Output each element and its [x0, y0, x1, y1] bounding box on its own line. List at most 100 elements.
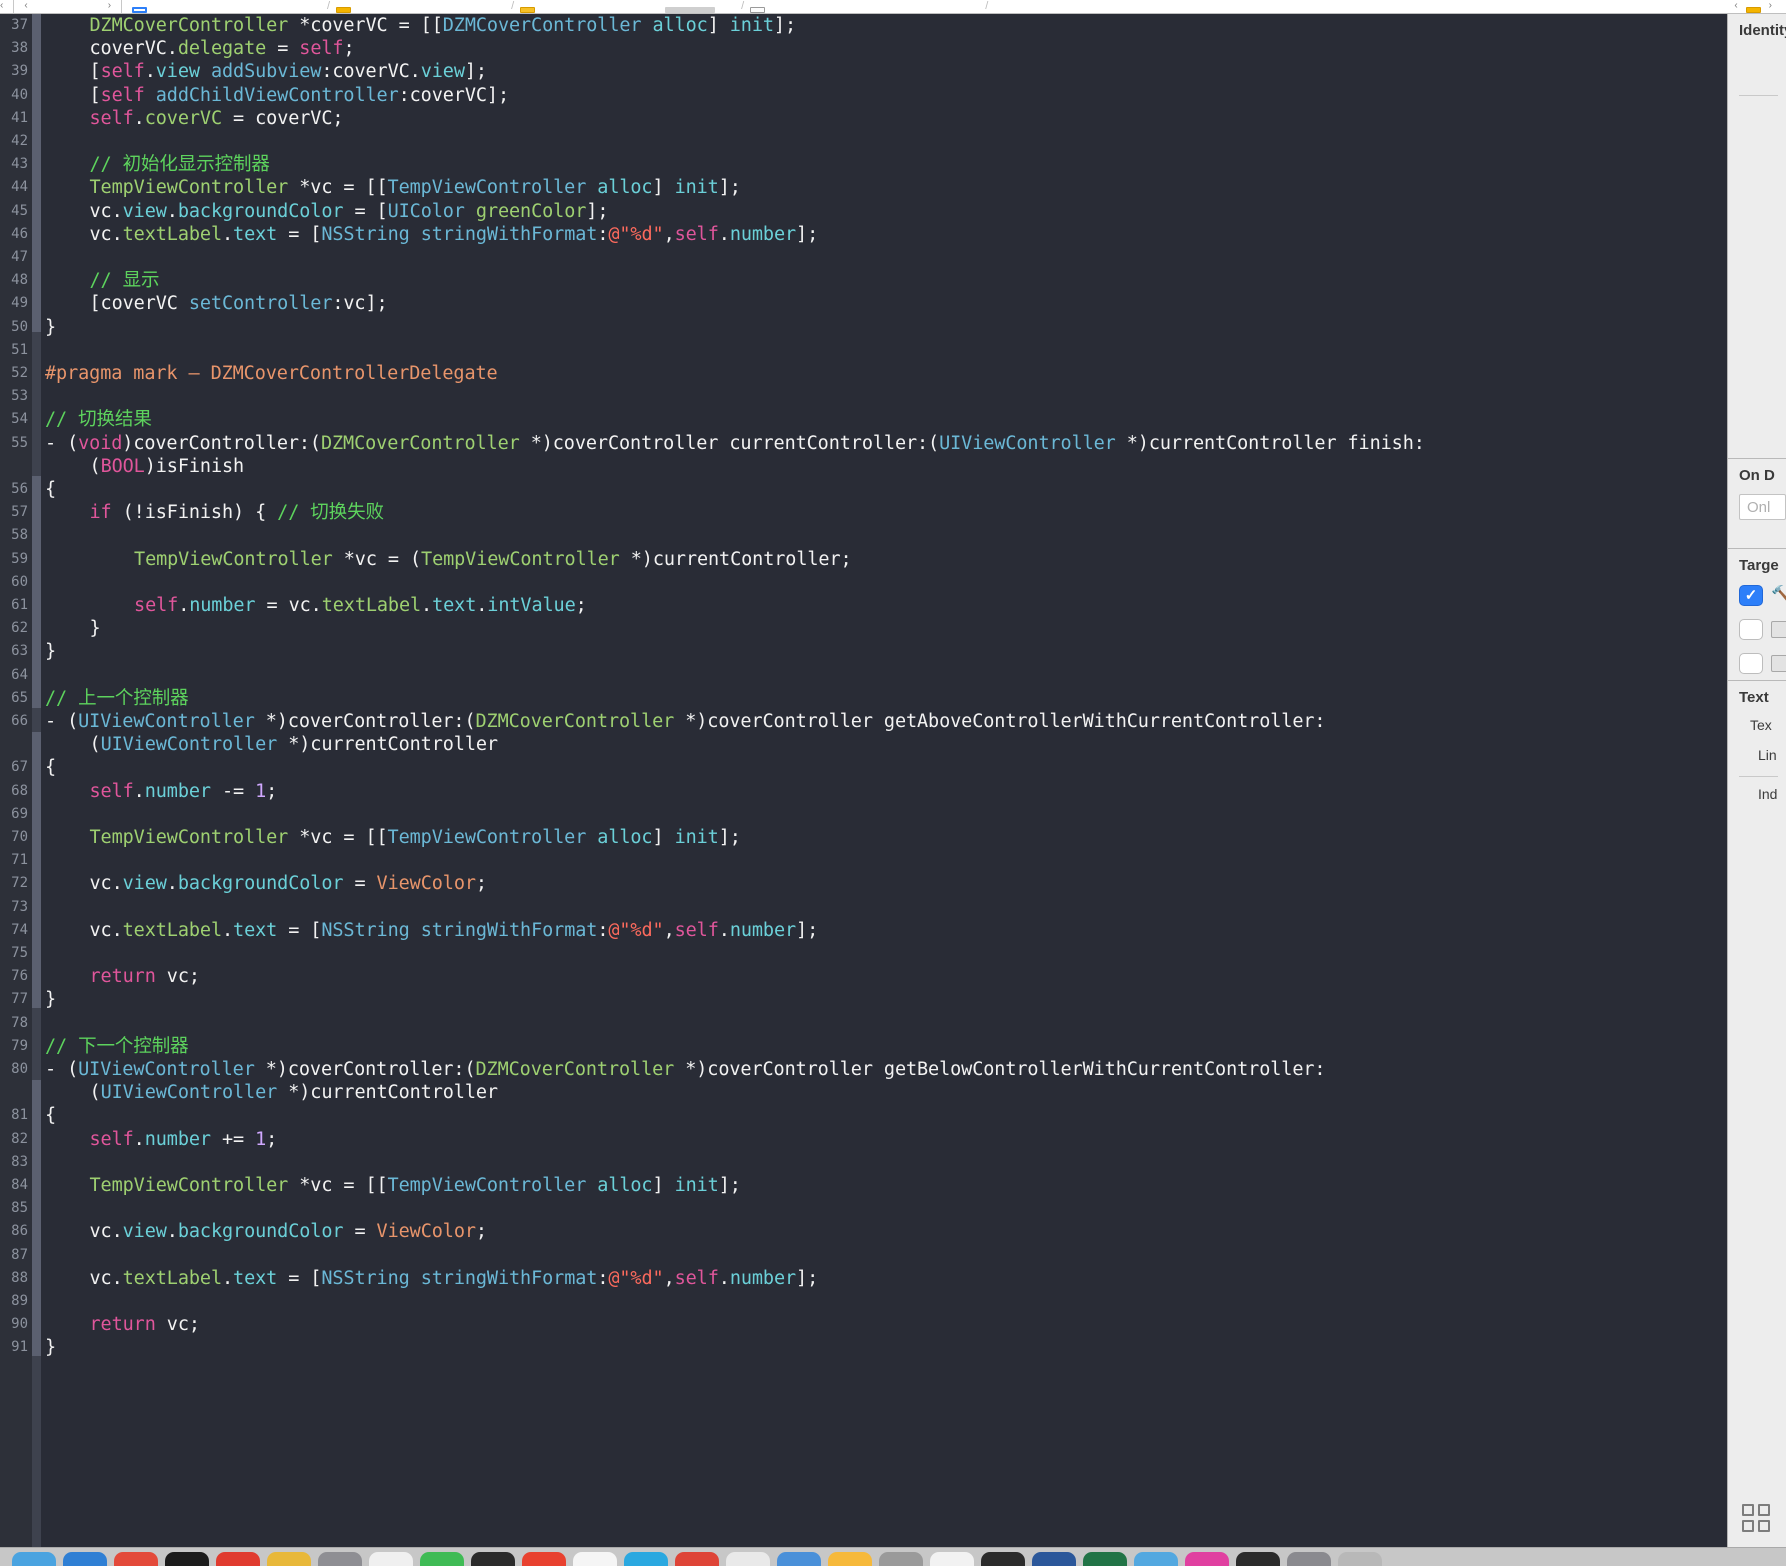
code-line[interactable]: // 下一个控制器	[45, 1035, 189, 1058]
target-row-3[interactable]	[1728, 646, 1786, 680]
xcode-icon[interactable]	[777, 1552, 821, 1566]
code-line[interactable]: (UIViewController *)currentController	[90, 1081, 499, 1104]
notes-icon[interactable]	[267, 1552, 311, 1566]
code-line[interactable]: // 显示	[90, 269, 160, 292]
target-row-1[interactable]	[1728, 578, 1786, 612]
code-line[interactable]: - (UIViewController *)coverController:(D…	[45, 1058, 1326, 1081]
trash-icon[interactable]	[1338, 1552, 1382, 1566]
right-prev-chevron-icon[interactable]: ‹	[1734, 1, 1737, 13]
code-line[interactable]: DZMCoverController *coverVC = [[DZMCover…	[90, 14, 797, 37]
code-line[interactable]: }	[90, 617, 101, 640]
textedit-icon[interactable]	[930, 1552, 974, 1566]
keynote-icon[interactable]	[1185, 1552, 1229, 1566]
code-line[interactable]: {	[45, 478, 56, 501]
folder-icon-1[interactable]	[336, 7, 352, 13]
mail-icon[interactable]	[369, 1552, 413, 1566]
focus-ribbon-segment-2[interactable]	[32, 476, 41, 708]
code-line[interactable]: (BOOL)isFinish	[90, 455, 245, 478]
launchpad-icon[interactable]	[63, 1552, 107, 1566]
code-line[interactable]: #pragma mark — DZMCoverControllerDelegat…	[45, 362, 498, 385]
code-line[interactable]: (UIViewController *)currentController	[90, 733, 499, 756]
sys-prefs-icon[interactable]	[1287, 1552, 1331, 1566]
file-inspector-panel[interactable]: Identity On D Onl Targe Text Tex Lin Ind	[1727, 14, 1786, 1547]
nav-back-chevron-icon[interactable]: ‹	[0, 1, 3, 13]
code-line[interactable]: - (void)coverController:(DZMCoverControl…	[45, 432, 1425, 455]
appstore-icon[interactable]	[216, 1552, 260, 1566]
code-line[interactable]: self.number -= 1;	[90, 780, 278, 803]
code-line[interactable]: [self.view addSubview:coverVC.view];	[90, 60, 488, 83]
target-checkbox-2[interactable]	[1739, 618, 1763, 640]
code-line[interactable]: [coverVC setController:vc];	[90, 292, 388, 315]
library-grid-icon[interactable]	[1742, 1504, 1772, 1534]
on-demand-tags-input[interactable]: Onl	[1739, 494, 1786, 520]
code-line[interactable]: }	[45, 988, 56, 1011]
code-line[interactable]: self.number += 1;	[90, 1128, 278, 1151]
maps-icon[interactable]	[420, 1552, 464, 1566]
focus-ribbon-segment-3[interactable]	[32, 732, 41, 1008]
folder-icon-3[interactable]	[1745, 7, 1761, 13]
code-line[interactable]: vc.view.backgroundColor = [UIColor green…	[90, 200, 609, 223]
code-line[interactable]: // 初始化显示控制器	[90, 153, 270, 176]
folder-icon-2[interactable]	[520, 7, 536, 13]
finder-icon[interactable]	[12, 1552, 56, 1566]
code-line[interactable]: self.coverVC = coverVC;	[90, 107, 344, 130]
stack-icon[interactable]	[665, 7, 716, 13]
code-line[interactable]: vc.textLabel.text = [NSString stringWith…	[90, 223, 819, 246]
code-text-area[interactable]: DZMCoverController *coverVC = [[DZMCover…	[41, 14, 1727, 1547]
code-line[interactable]: TempViewController *vc = [[TempViewContr…	[90, 176, 741, 199]
sketch-icon[interactable]	[828, 1552, 872, 1566]
safari-icon[interactable]	[114, 1552, 158, 1566]
code-line[interactable]: {	[45, 1104, 56, 1127]
target-row-2[interactable]	[1728, 612, 1786, 646]
code-line[interactable]: if (!isFinish) { // 切换失败	[90, 501, 384, 524]
calculator-icon[interactable]	[879, 1552, 923, 1566]
word-icon[interactable]	[1032, 1552, 1076, 1566]
code-line[interactable]: vc.textLabel.text = [NSString stringWith…	[90, 1267, 819, 1290]
code-line[interactable]: vc.textLabel.text = [NSString stringWith…	[90, 919, 819, 942]
nav-next-chevron-icon[interactable]: ›	[108, 1, 111, 13]
terminal-icon[interactable]	[165, 1552, 209, 1566]
notebook-icon[interactable]	[1134, 1552, 1178, 1566]
music-icon[interactable]	[522, 1552, 566, 1566]
nav-prev-chevron-icon[interactable]: ‹	[24, 1, 27, 13]
preferences-icon[interactable]	[318, 1552, 362, 1566]
code-line[interactable]: }	[45, 1336, 56, 1359]
wechat-icon[interactable]	[573, 1552, 617, 1566]
chrome-icon[interactable]	[675, 1552, 719, 1566]
code-line[interactable]: coverVC.delegate = self;	[90, 37, 355, 60]
code-line[interactable]: // 切换结果	[45, 408, 152, 431]
code-line[interactable]: // 上一个控制器	[45, 687, 189, 710]
code-line[interactable]: TempViewController *vc = [[TempViewContr…	[90, 826, 741, 849]
code-token: return	[89, 966, 156, 988]
code-line[interactable]: [self addChildViewController:coverVC];	[90, 84, 510, 107]
photos-icon[interactable]	[471, 1552, 515, 1566]
qq-icon[interactable]	[624, 1552, 668, 1566]
code-line[interactable]: self.number = vc.textLabel.text.intValue…	[134, 594, 587, 617]
code-line[interactable]: vc.view.backgroundColor = ViewColor;	[90, 1220, 488, 1243]
target-checkbox-3[interactable]	[1739, 652, 1763, 674]
code-line[interactable]: return vc;	[90, 1313, 200, 1336]
file-icon[interactable]	[750, 7, 766, 13]
right-next-chevron-icon[interactable]: ›	[1769, 1, 1772, 13]
code-line[interactable]: return vc;	[90, 965, 200, 988]
code-line[interactable]: TempViewController *vc = [[TempViewContr…	[90, 1174, 741, 1197]
jump-bar-nav[interactable]: ‹	[0, 0, 3, 13]
final-cut-icon[interactable]	[1236, 1552, 1280, 1566]
code-line[interactable]: TempViewController *vc = (TempViewContro…	[134, 548, 852, 571]
dingtalk-icon[interactable]	[726, 1552, 770, 1566]
simulator-icon[interactable]	[981, 1552, 1025, 1566]
code-line[interactable]: }	[45, 316, 56, 339]
code-line[interactable]: {	[45, 756, 56, 779]
excel-icon[interactable]	[1083, 1552, 1127, 1566]
macos-dock[interactable]	[0, 1547, 1786, 1566]
code-line[interactable]: - (UIViewController *)coverController:(D…	[45, 710, 1326, 733]
source-editor[interactable]: DZMCoverController *coverVC = [[DZMCover…	[0, 14, 1727, 1547]
code-line[interactable]: }	[45, 640, 56, 663]
code-token: .	[133, 780, 145, 802]
target-checkbox-1[interactable]	[1739, 584, 1763, 606]
project-icon[interactable]	[132, 7, 148, 13]
code-token: )coverController:(	[122, 432, 321, 454]
code-line[interactable]: vc.view.backgroundColor = ViewColor;	[90, 872, 488, 895]
focus-ribbon-segment-4[interactable]	[32, 1080, 41, 1356]
focus-ribbon-segment-1[interactable]	[32, 14, 41, 332]
